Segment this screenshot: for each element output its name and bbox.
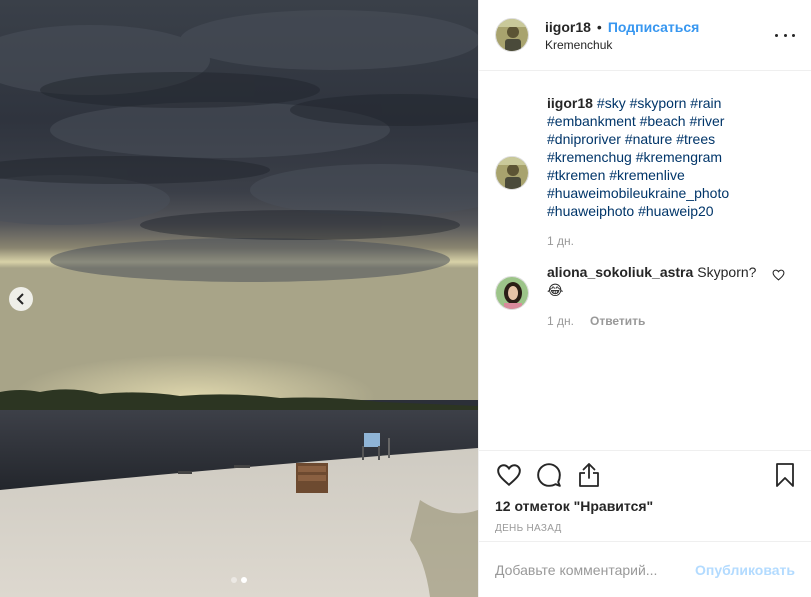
hashtag-link[interactable]: #kremenchug (547, 149, 632, 165)
comment-emoji: 😂 (547, 282, 564, 298)
hashtag-link[interactable]: #embankment (547, 113, 636, 129)
author-username[interactable]: iigor18 (545, 19, 591, 35)
separator-dot: • (596, 18, 602, 35)
hashtag-link[interactable]: #huaweiphoto (547, 203, 634, 219)
commenter-username[interactable]: aliona_sokoliuk_astra (547, 264, 693, 280)
add-comment-bar: Опубликовать (479, 541, 811, 597)
hashtag-link[interactable]: #tkremen (547, 167, 605, 183)
comment-time[interactable]: 1 дн. (547, 314, 574, 328)
share-icon (579, 463, 599, 487)
carousel-dot-active (241, 577, 247, 583)
more-icon (775, 33, 778, 37)
comment-text: aliona_sokoliuk_astra Skyporn? 😂 (547, 263, 771, 299)
post-side-panel: iigor18 • Подписаться Kremenchuk iigor18… (478, 0, 811, 597)
post-photo[interactable] (0, 0, 478, 597)
more-options-button[interactable] (775, 28, 795, 42)
share-button[interactable] (575, 461, 603, 489)
caption-hashtags: #sky #skyporn #rain #embankment #beach #… (547, 95, 729, 219)
post-dialog: iigor18 • Подписаться Kremenchuk iigor18… (0, 0, 811, 597)
save-button[interactable] (771, 461, 799, 489)
comment-body: Skyporn? (697, 264, 757, 280)
hashtag-link[interactable]: #kremenlive (609, 167, 684, 183)
comment-icon (537, 463, 561, 487)
caption-time[interactable]: 1 дн. (547, 234, 574, 248)
comment-item: aliona_sokoliuk_astra Skyporn? 😂 1 дн. От… (479, 263, 811, 328)
hashtag-link[interactable]: #nature (625, 131, 672, 147)
likes-count[interactable]: 12 отметок "Нравится" (495, 498, 795, 514)
comment-input[interactable] (495, 561, 696, 578)
caption-username[interactable]: iigor18 (547, 95, 593, 111)
comment-button[interactable] (535, 461, 563, 489)
caption-item: iigor18 #sky #skyporn #rain #embankment #… (479, 94, 811, 248)
commenter-avatar[interactable] (495, 276, 529, 310)
hashtag-link[interactable]: #huaweip20 (638, 203, 714, 219)
hashtag-link[interactable]: #kremengram (636, 149, 722, 165)
carousel-indicator (0, 577, 478, 583)
post-actions: 12 отметок "Нравится" ДЕНЬ НАЗАД (479, 450, 811, 534)
chevron-left-icon (16, 293, 24, 305)
hashtag-link[interactable]: #skyporn (630, 95, 687, 111)
action-bar (495, 451, 795, 499)
avatar-image (496, 277, 528, 309)
hashtag-link[interactable]: #rain (690, 95, 721, 111)
hashtag-link[interactable]: #dniproriver (547, 131, 621, 147)
post-header-text: iigor18 • Подписаться Kremenchuk (545, 19, 699, 52)
comment-meta: 1 дн. Ответить (547, 314, 771, 328)
follow-button[interactable]: Подписаться (608, 19, 700, 35)
heart-icon (497, 464, 521, 487)
likes-number: 12 отметок (495, 498, 570, 514)
avatar-image (496, 157, 528, 189)
post-header: iigor18 • Подписаться Kremenchuk (479, 0, 811, 71)
hashtag-link[interactable]: #trees (676, 131, 715, 147)
more-icon-dot (783, 33, 787, 37)
previous-photo-button[interactable] (9, 287, 33, 311)
author-avatar[interactable] (495, 18, 529, 52)
like-button[interactable] (495, 461, 523, 489)
storm-beach-image (0, 0, 478, 597)
carousel-dot (231, 577, 237, 583)
publish-button[interactable]: Опубликовать (695, 562, 795, 578)
reply-button[interactable]: Ответить (590, 314, 645, 328)
comments-list[interactable]: iigor18 #sky #skyporn #rain #embankment #… (479, 72, 811, 450)
hashtag-link[interactable]: #river (689, 113, 724, 129)
post-timestamp[interactable]: ДЕНЬ НАЗАД (495, 523, 795, 534)
comment-like-icon[interactable] (772, 269, 785, 281)
caption-author-avatar[interactable] (495, 156, 529, 190)
likes-word: "Нравится" (573, 498, 654, 514)
caption-meta: 1 дн. (547, 234, 771, 248)
avatar-image (496, 19, 528, 51)
more-icon-dot (792, 33, 795, 37)
hashtag-link[interactable]: #beach (640, 113, 686, 129)
hashtag-link[interactable]: #sky (597, 95, 626, 111)
bookmark-icon (776, 463, 794, 487)
hashtag-link[interactable]: #huaweimobileukraine_photo (547, 185, 729, 201)
post-location[interactable]: Kremenchuk (545, 38, 699, 52)
caption-text: iigor18 #sky #skyporn #rain #embankment #… (547, 94, 771, 220)
